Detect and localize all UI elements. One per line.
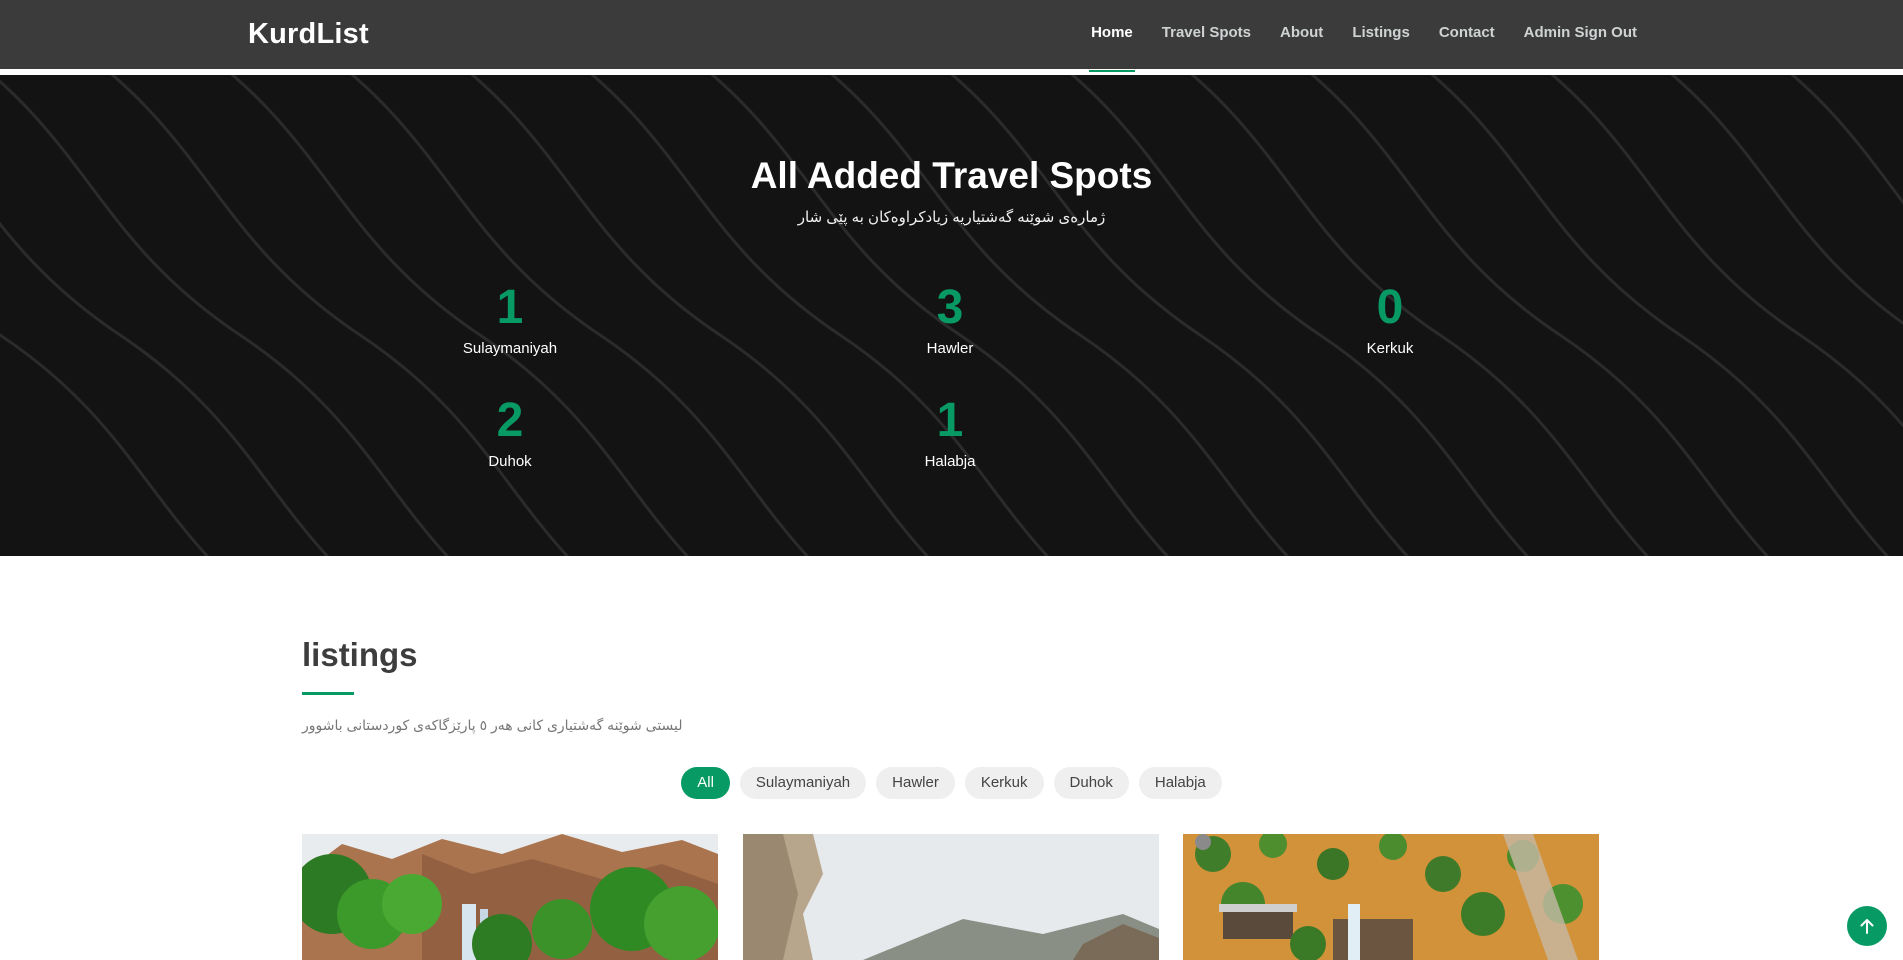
- stat-sulaymaniyah: 1 Sulaymaniyah: [390, 281, 630, 358]
- listing-card-1[interactable]: [302, 834, 718, 960]
- nav-travel-spots[interactable]: Travel Spots: [1162, 24, 1251, 72]
- nav-admin-sign-out[interactable]: Admin Sign Out: [1524, 24, 1637, 72]
- filter-all[interactable]: All: [681, 767, 730, 799]
- stat-label: Sulaymaniyah: [462, 340, 558, 357]
- title-underline: [302, 692, 354, 695]
- stat-value: 3: [936, 281, 964, 334]
- stat-label: Duhok: [488, 453, 532, 470]
- hero-subtitle: ژمارەی شوێنە گەشتیاریە زیادکراوەکان بە پ…: [797, 209, 1106, 226]
- hero-title: All Added Travel Spots: [750, 155, 1153, 196]
- listing-card-3[interactable]: [1183, 834, 1599, 960]
- listing-photo-mountain-village: [1183, 834, 1599, 960]
- filter-duhok[interactable]: Duhok: [1053, 767, 1129, 799]
- filter-hawler[interactable]: Hawler: [876, 767, 955, 799]
- filter-chips: All Sulaymaniyah Hawler Kerkuk Duhok Hal…: [0, 767, 1903, 799]
- arrow-up-icon: [1860, 919, 1874, 934]
- listings-description: لیستی شوێنە گەشتیاری کانی هەر ٥ پارێزگاک…: [302, 717, 683, 733]
- stat-duhok: 2 Duhok: [390, 394, 630, 471]
- filter-kerkuk[interactable]: Kerkuk: [964, 767, 1044, 799]
- stat-hawler: 3 Hawler: [830, 281, 1070, 358]
- stat-value: 2: [496, 394, 524, 447]
- stat-label: Hawler: [926, 340, 974, 357]
- stat-halabja: 1 Halabja: [830, 394, 1070, 471]
- listing-photo-waterfall: [302, 834, 718, 960]
- back-to-top-button[interactable]: [1847, 906, 1887, 946]
- nav-home[interactable]: Home: [1089, 24, 1135, 72]
- stat-value: 1: [936, 394, 964, 447]
- main-nav: Home Travel Spots About Listings Contact…: [1062, 24, 1637, 72]
- listing-photo-canyon: [743, 834, 1159, 960]
- nav-about[interactable]: About: [1280, 24, 1323, 72]
- filter-halabja[interactable]: Halabja: [1138, 767, 1222, 799]
- stat-label: Halabja: [924, 453, 976, 470]
- nav-contact[interactable]: Contact: [1439, 24, 1495, 72]
- hero-stats-section: All Added Travel Spots ژمارەی شوێنە گەشت…: [0, 75, 1903, 556]
- stat-value: 0: [1376, 281, 1404, 334]
- site-header: KurdList Home Travel Spots About Listing…: [0, 0, 1903, 72]
- nav-listings[interactable]: Listings: [1352, 24, 1410, 72]
- stat-label: Kerkuk: [1366, 340, 1414, 357]
- stat-value: 1: [496, 281, 524, 334]
- stat-kerkuk: 0 Kerkuk: [1270, 281, 1510, 358]
- listings-title: listings: [302, 636, 418, 673]
- filter-sulaymaniyah[interactable]: Sulaymaniyah: [739, 767, 867, 799]
- brand-logo[interactable]: KurdList: [248, 18, 369, 51]
- listing-card-2[interactable]: [743, 834, 1159, 960]
